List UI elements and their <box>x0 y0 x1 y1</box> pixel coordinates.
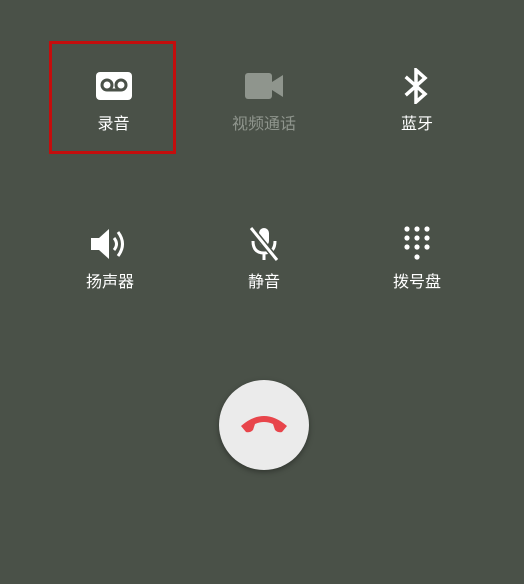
bluetooth-button[interactable]: 蓝牙 <box>357 42 477 155</box>
record-label: 录音 <box>97 114 130 133</box>
dialpad-label: 拨号盘 <box>392 272 441 291</box>
mute-button[interactable]: 静音 <box>204 206 324 306</box>
speaker-label: 扬声器 <box>85 272 134 291</box>
mic-off-icon <box>204 224 324 264</box>
speaker-icon <box>50 224 170 264</box>
bluetooth-icon <box>357 66 477 106</box>
dialpad-button[interactable]: 拨号盘 <box>357 206 477 306</box>
mute-label: 静音 <box>247 272 280 291</box>
voicemail-icon <box>50 66 177 106</box>
call-end-icon <box>238 412 290 438</box>
bluetooth-label: 蓝牙 <box>400 114 433 133</box>
video-call-button[interactable]: 视频通话 <box>204 42 324 155</box>
record-button[interactable]: 录音 <box>50 42 177 155</box>
dialpad-icon <box>357 224 477 264</box>
videocam-icon <box>204 66 324 106</box>
end-call-button[interactable] <box>219 380 309 470</box>
video-call-label: 视频通话 <box>231 114 296 133</box>
speaker-button[interactable]: 扬声器 <box>50 206 170 306</box>
